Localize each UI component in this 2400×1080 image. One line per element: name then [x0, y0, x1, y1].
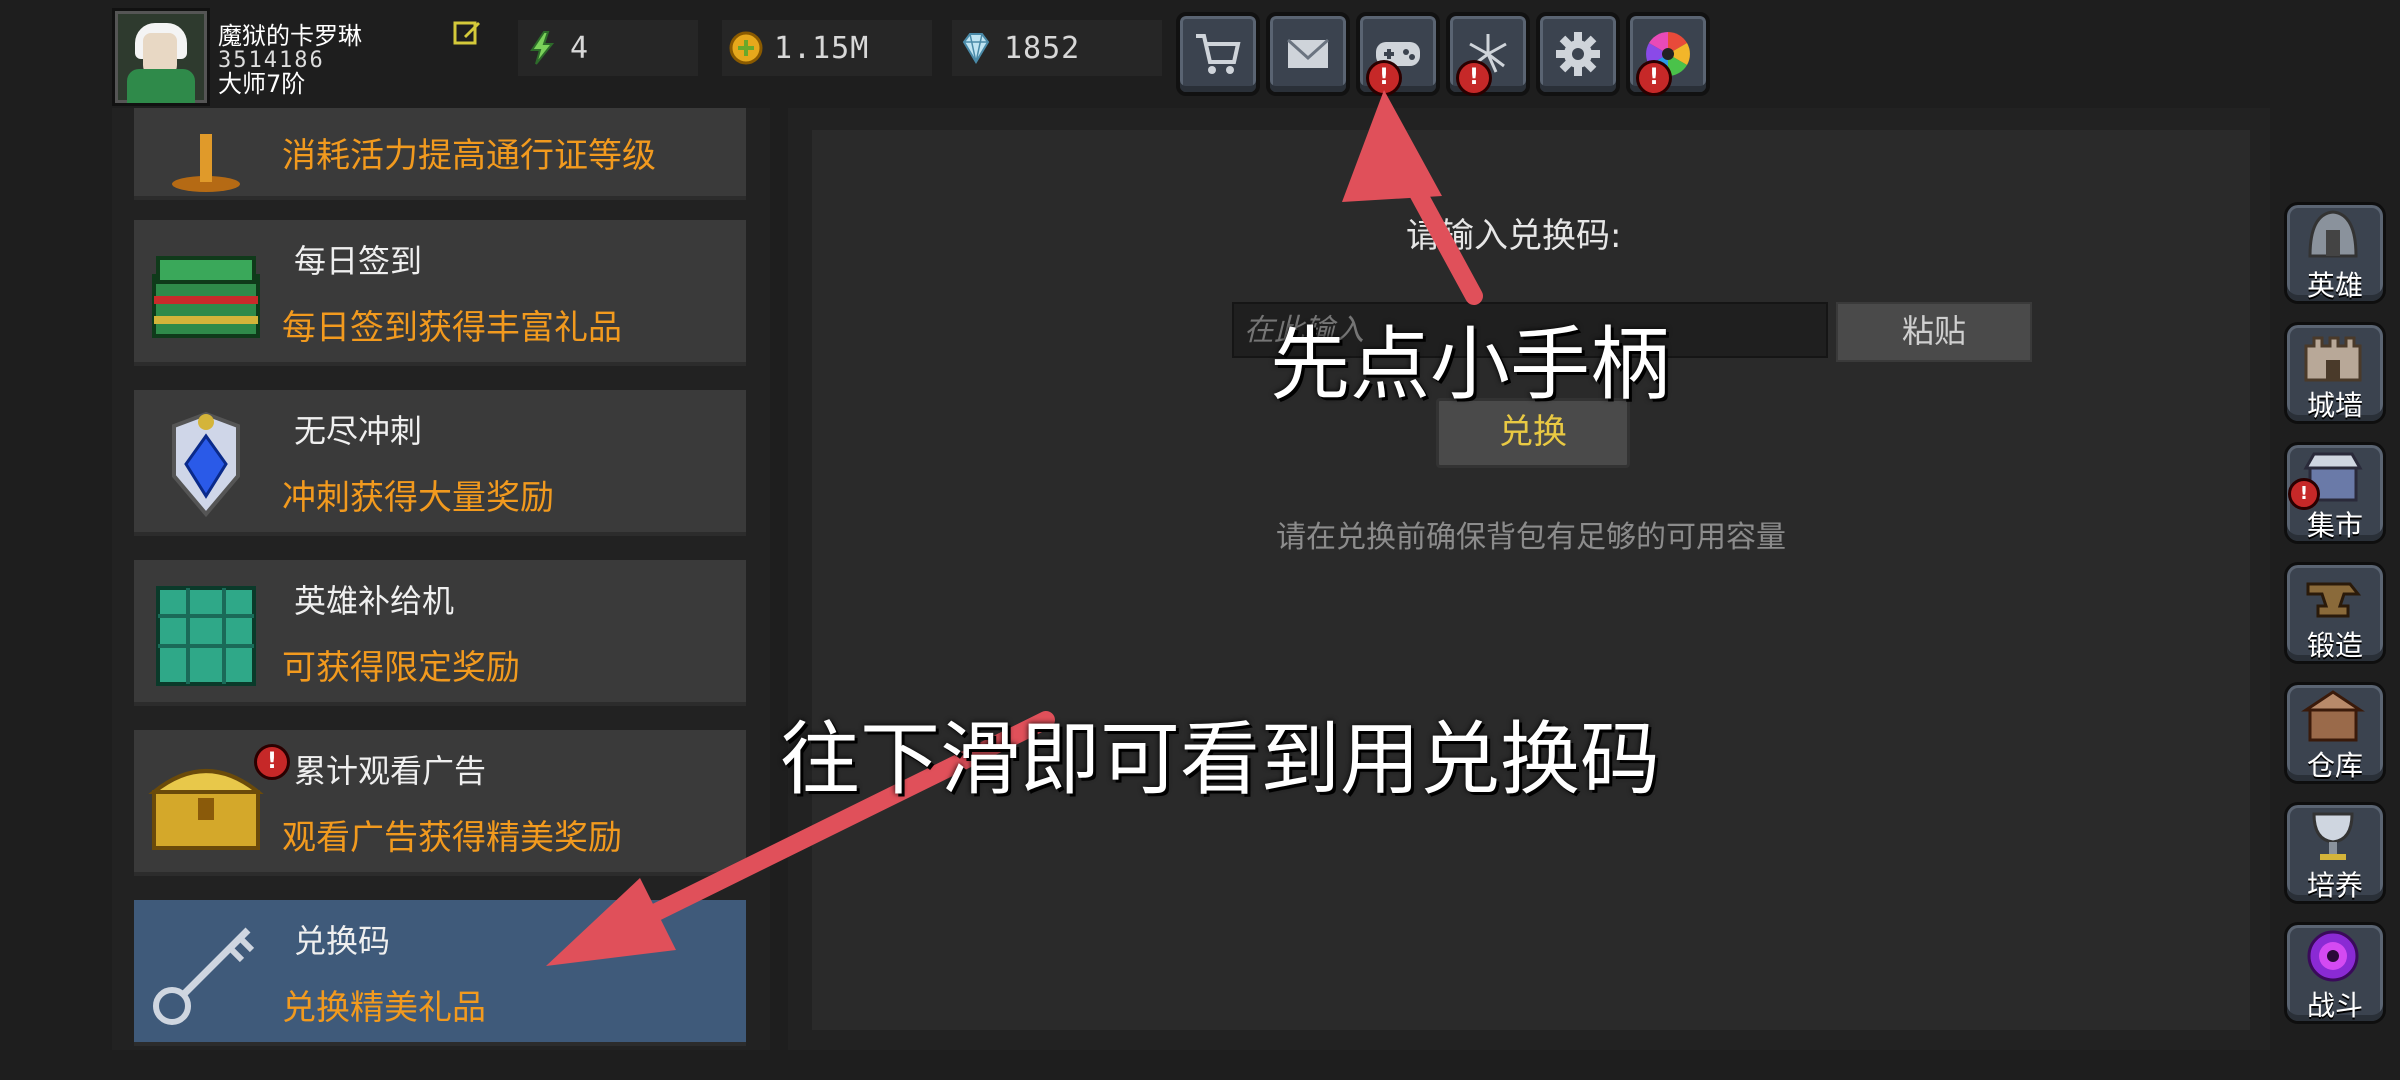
item-title: 英雄补给机	[294, 582, 455, 620]
player-name: 魔狱的卡罗琳	[218, 22, 362, 50]
item-desc: 兑换精美礼品	[282, 988, 486, 1028]
diamond-counter: 1852	[952, 20, 1162, 76]
sidebar-label: 战斗	[2306, 989, 2363, 1022]
item-title: 每日签到	[294, 242, 423, 280]
sidebar-item-forge[interactable]: 锻造	[2284, 562, 2386, 664]
gamepad-button[interactable]: !	[1356, 12, 1440, 96]
gold-counter: 1.15M	[722, 20, 932, 76]
item-desc: 冲刺获得大量奖励	[282, 478, 554, 518]
sidebar-item-battle[interactable]: 战斗	[2284, 922, 2386, 1024]
alert-badge: !	[254, 744, 290, 780]
chest-green-icon	[152, 256, 260, 338]
mail-icon	[1286, 38, 1330, 68]
list-item-hero-supply[interactable]: 英雄补给机 可获得限定奖励	[134, 560, 746, 706]
item-desc: 观看广告获得精美奖励	[282, 818, 622, 858]
diamond-icon	[962, 33, 990, 64]
sidebar-label: 城墙	[2306, 389, 2363, 422]
alert-badge: !	[1636, 60, 1672, 96]
cart-icon	[1196, 34, 1241, 74]
key-icon	[153, 927, 255, 1025]
list-item-watch-ads[interactable]: ! 累计观看广告 观看广告获得精美奖励	[134, 730, 746, 876]
annotation-scroll-down: 往下滑即可看到用兑换码	[780, 713, 1660, 806]
supply-box-icon	[156, 586, 256, 686]
paste-button[interactable]: 粘贴	[1836, 302, 2032, 362]
redeem-prompt: 请输入兑换码:	[1406, 216, 1622, 256]
trophy-icon	[172, 134, 240, 192]
sidebar-label: 培养	[2306, 869, 2363, 902]
events-button[interactable]: !	[1446, 12, 1530, 96]
energy-counter: 4	[518, 20, 698, 76]
sidebar-item-hero[interactable]: 英雄	[2284, 202, 2386, 304]
crystal-shield-icon	[172, 411, 240, 518]
list-item-daily-checkin[interactable]: 每日签到 每日签到获得丰富礼品	[134, 220, 746, 366]
item-title: 无尽冲刺	[294, 412, 423, 450]
item-desc: 每日签到获得丰富礼品	[282, 308, 622, 348]
redeem-panel	[812, 130, 2250, 1030]
sidebar-item-wall[interactable]: 城墙	[2284, 322, 2386, 424]
item-title: 累计观看广告	[294, 752, 487, 790]
redeem-note: 请在兑换前确保背包有足够的可用容量	[1276, 520, 1786, 555]
gold-value: 1.15M	[774, 30, 870, 66]
sidebar-label: 集市	[2306, 509, 2363, 542]
annotation-tap-gamepad: 先点小手柄	[1270, 318, 1670, 411]
item-desc: 可获得限定奖励	[282, 648, 520, 688]
sidebar-label: 仓库	[2306, 749, 2363, 782]
list-item-pass[interactable]: 消耗活力提高通行证等级	[134, 108, 746, 200]
edit-icon[interactable]	[452, 18, 482, 48]
energy-value: 4	[570, 30, 590, 66]
activity-list[interactable]: 消耗活力提高通行证等级 每日签到 每日签到获得丰富礼品 无尽冲刺 冲刺获得大量奖…	[112, 108, 770, 1050]
energy-icon	[530, 31, 555, 65]
sidebar-item-market[interactable]: ! 集市	[2284, 442, 2386, 544]
list-item-endless-sprint[interactable]: 无尽冲刺 冲刺获得大量奖励	[134, 390, 746, 536]
mail-button[interactable]	[1266, 12, 1350, 96]
warehouse-icon	[2301, 690, 2365, 742]
settings-button[interactable]	[1536, 12, 1620, 96]
castle-wall-icon	[2304, 336, 2362, 382]
gear-icon	[1556, 32, 1600, 76]
golden-chest-icon	[148, 769, 264, 850]
sidebar-label: 英雄	[2306, 269, 2363, 302]
sidebar-label: 锻造	[2306, 629, 2363, 662]
sidebar-item-warehouse[interactable]: 仓库	[2284, 682, 2386, 784]
diamond-value: 1852	[1004, 30, 1081, 66]
helmet-icon	[2308, 210, 2358, 258]
alert-badge: !	[1456, 60, 1492, 96]
top-bar: 魔狱的卡罗琳 3514186 大师7阶 4 1.15M 1852 ! ! !	[0, 0, 2400, 108]
alert-badge: !	[1366, 60, 1402, 96]
shop-button[interactable]	[1176, 12, 1260, 96]
portal-icon	[2307, 930, 2359, 982]
item-title: 兑换码	[294, 922, 391, 960]
anvil-icon	[2306, 582, 2362, 618]
sidebar-item-train[interactable]: 培养	[2284, 802, 2386, 904]
gold-coin-icon	[729, 31, 763, 65]
item-desc: 消耗活力提高通行证等级	[282, 136, 656, 176]
chalice-icon	[2312, 812, 2354, 860]
list-item-redeem-code[interactable]: 兑换码 兑换精美礼品	[134, 900, 746, 1046]
color-wheel-button[interactable]: !	[1626, 12, 1710, 96]
